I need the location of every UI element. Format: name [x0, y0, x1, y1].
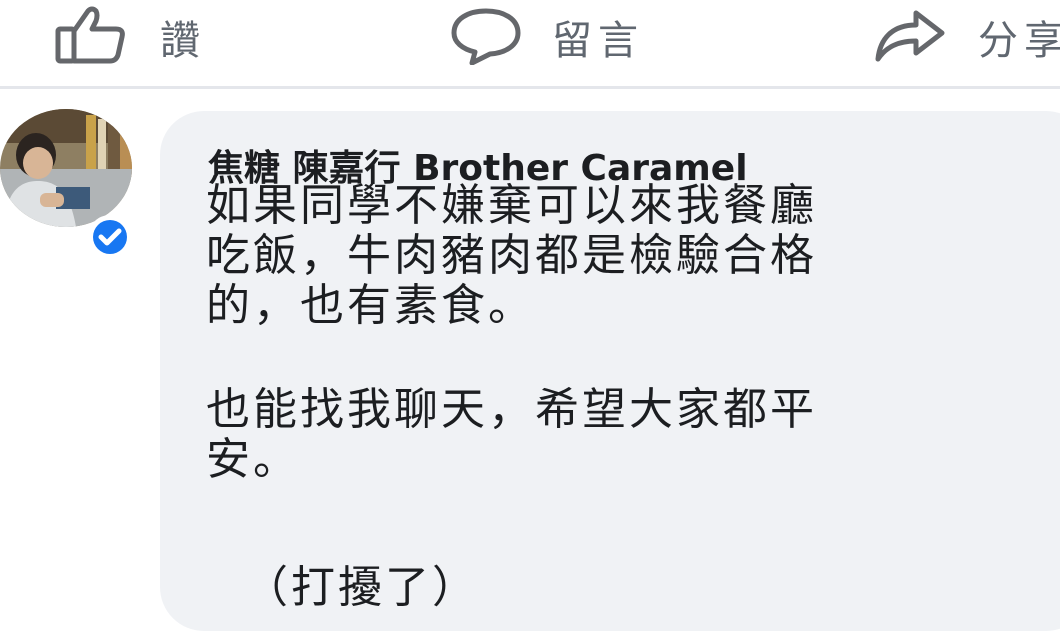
- comment-bubble: 焦糖 陳嘉行 Brother Caramel 如果同學不嫌棄可以來我餐廳 吃飯，…: [160, 111, 1060, 631]
- comment-line: 安。: [206, 434, 300, 485]
- comment-line: 吃飯，牛肉豬肉都是檢驗合格: [206, 230, 817, 281]
- commenter-avatar-wrap[interactable]: [0, 109, 134, 259]
- share-button[interactable]: 分享: [874, 0, 1060, 74]
- thumbs-up-icon: [54, 5, 130, 69]
- comment-closing: （打擾了）: [244, 562, 479, 613]
- comment-body: 如果同學不嫌棄可以來我餐廳 吃飯，牛肉豬肉都是檢驗合格 的，也有素食。 也能找我…: [206, 181, 817, 485]
- comment-thread: 焦糖 陳嘉行 Brother Caramel 如果同學不嫌棄可以來我餐廳 吃飯，…: [0, 89, 1060, 631]
- share-arrow-icon: [874, 5, 948, 69]
- comment-line: 如果同學不嫌棄可以來我餐廳: [206, 180, 817, 231]
- like-button[interactable]: 讚: [54, 0, 206, 74]
- avatar[interactable]: [0, 109, 132, 227]
- comment-line: 的，也有素食。: [206, 280, 535, 331]
- comment-label: 留言: [552, 18, 644, 64]
- share-label: 分享: [978, 18, 1060, 64]
- verified-badge-icon: [86, 213, 134, 265]
- comment-button[interactable]: 留言: [450, 0, 644, 74]
- post-action-bar: 讚 留言 分享: [0, 0, 1060, 86]
- comment-line: 也能找我聊天，希望大家都平: [206, 384, 817, 435]
- like-label: 讚: [160, 18, 206, 64]
- speech-bubble-icon: [450, 5, 522, 69]
